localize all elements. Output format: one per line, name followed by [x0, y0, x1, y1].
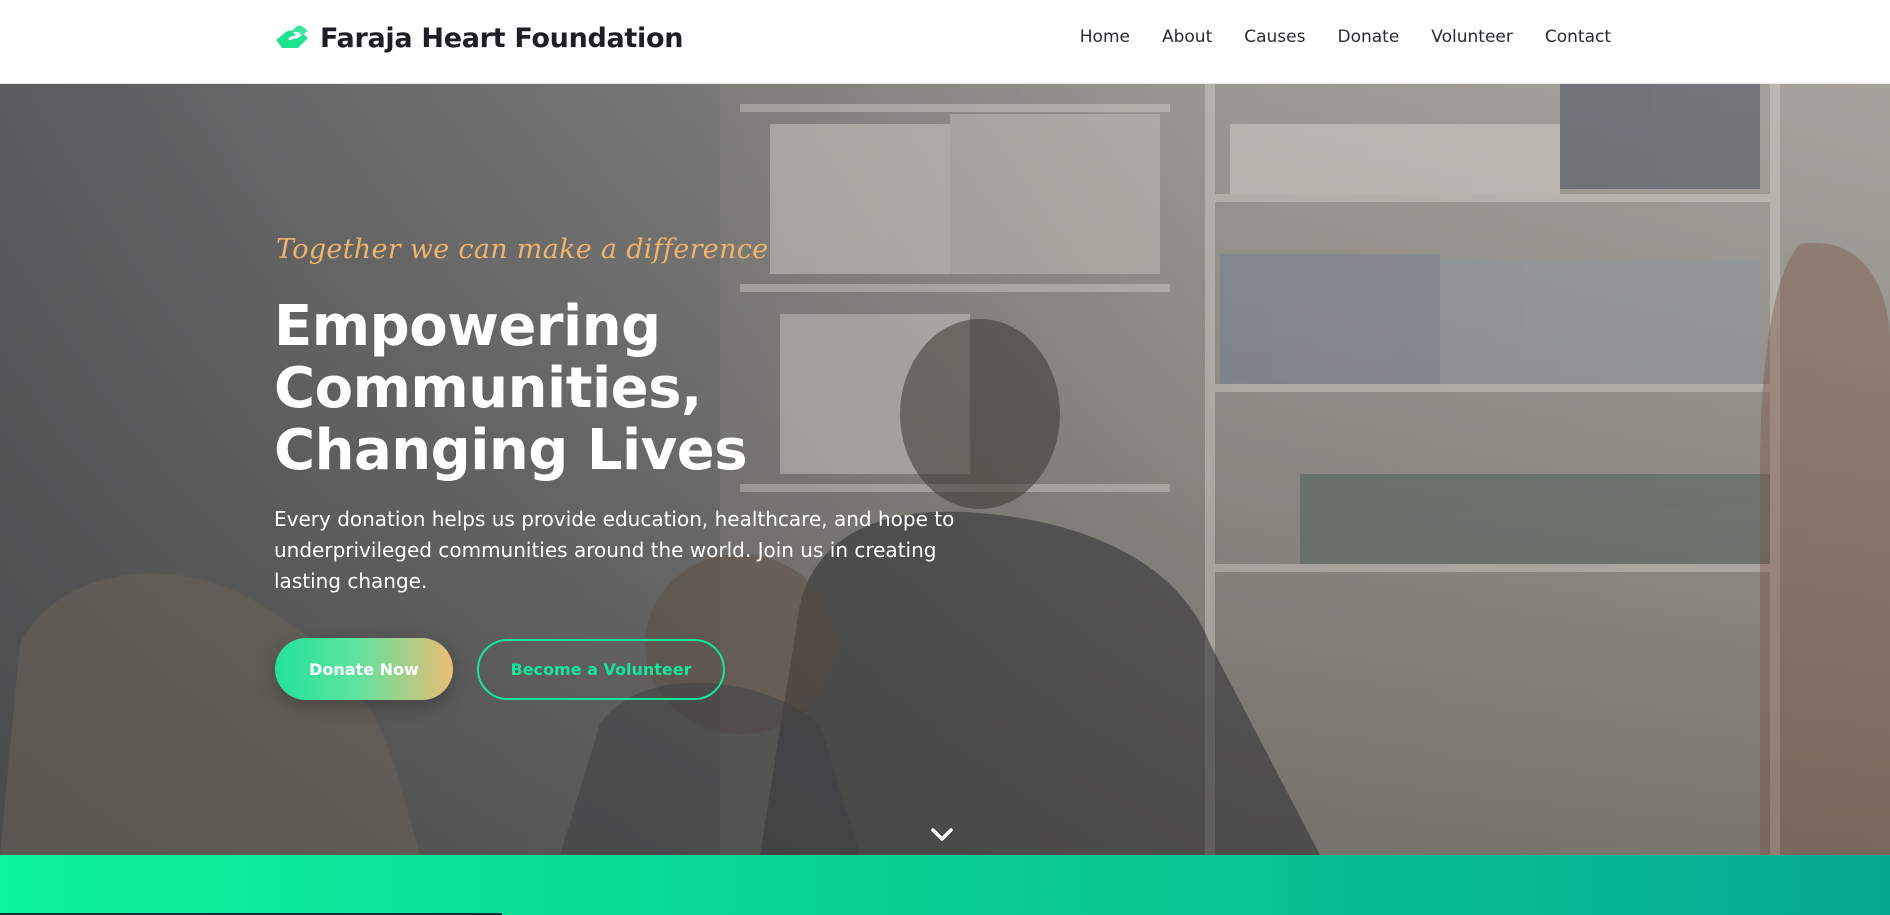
nav-link-home[interactable]: Home: [1080, 27, 1130, 47]
hero-section: Together we can make a difference Empowe…: [0, 84, 1890, 855]
main-nav: Home About Causes Donate Volunteer Conta…: [1080, 24, 1611, 50]
nav-link-donate[interactable]: Donate: [1337, 27, 1399, 47]
hero-description: Every donation helps us provide educatio…: [274, 507, 955, 593]
donate-now-button[interactable]: Donate Now: [275, 638, 453, 700]
site-header: Faraja Heart Foundation Home About Cause…: [0, 0, 1890, 84]
hands-heart-icon: [276, 25, 308, 48]
nav-link-volunteer[interactable]: Volunteer: [1431, 27, 1513, 47]
chevron-down-icon[interactable]: [930, 827, 954, 843]
headline-line-1: Empowering: [274, 294, 661, 359]
headline-line-3: Changing Lives: [274, 418, 748, 483]
nav-link-causes[interactable]: Causes: [1244, 27, 1305, 47]
headline-line-2: Communities,: [274, 356, 702, 421]
brand-logo-link[interactable]: Faraja Heart Foundation: [274, 18, 683, 58]
nav-link-contact[interactable]: Contact: [1545, 27, 1611, 47]
hero-headline: Empowering Communities, Changing Lives: [274, 296, 914, 482]
brand-name: Faraja Heart Foundation: [320, 22, 684, 54]
stats-band: [0, 855, 1890, 915]
nav-link-about[interactable]: About: [1162, 27, 1212, 47]
hero-tagline: Together we can make a difference: [276, 234, 769, 265]
become-volunteer-button[interactable]: Become a Volunteer: [477, 639, 725, 700]
